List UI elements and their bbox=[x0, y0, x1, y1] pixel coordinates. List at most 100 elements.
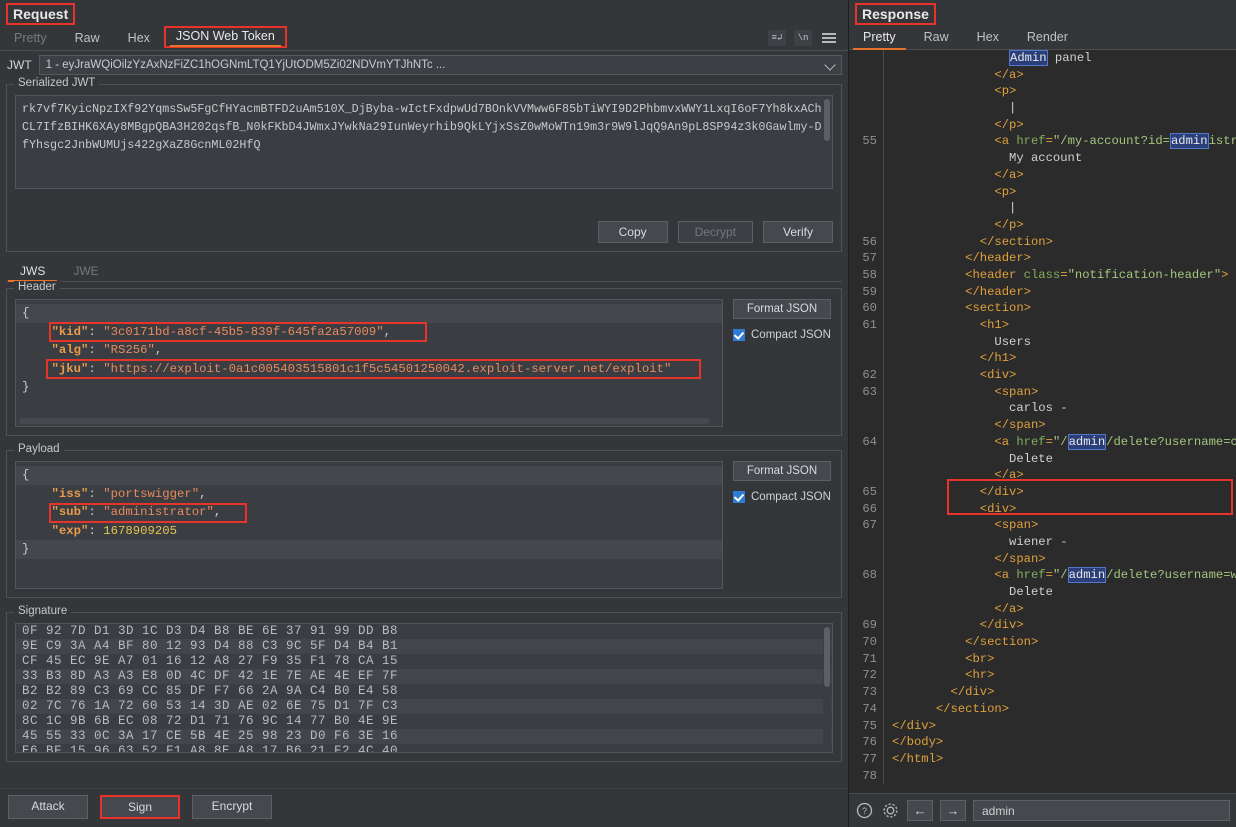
help-icon[interactable]: ? bbox=[855, 801, 874, 820]
code-line: 77 </html> bbox=[849, 750, 1236, 768]
code-line: Admin panel bbox=[849, 50, 1236, 67]
response-panel: Response Pretty Raw Hex Render Admin pan… bbox=[848, 0, 1236, 827]
tab-raw[interactable]: Raw bbox=[61, 28, 114, 50]
signature-hex-box[interactable]: 0F 92 7D D1 3D 1C D3 D4 B8 BE 6E 37 91 9… bbox=[15, 623, 833, 753]
code-line: 74 </section> bbox=[849, 700, 1236, 718]
code-line: </p> bbox=[849, 116, 1236, 134]
request-bottom-buttons: Attack Sign Encrypt bbox=[0, 788, 848, 827]
jwt-select[interactable]: 1 - eyJraWQiOilzYzAxNzFiZC1hOGNmLTQ1YjUt… bbox=[38, 55, 842, 75]
tab-response-hex[interactable]: Hex bbox=[963, 27, 1013, 49]
payload-compact-json-checkbox[interactable] bbox=[733, 491, 745, 503]
code-line: 65 </div> bbox=[849, 483, 1236, 501]
header-compact-json-checkbox[interactable] bbox=[733, 329, 745, 341]
line-number bbox=[849, 601, 883, 618]
line-number: 72 bbox=[862, 668, 877, 683]
tab-response-raw[interactable]: Raw bbox=[910, 27, 963, 49]
line-content: </p> bbox=[994, 117, 1024, 132]
line-content: </a> bbox=[994, 468, 1024, 483]
serialized-scrollbar[interactable] bbox=[823, 97, 831, 187]
response-title-row: Response bbox=[849, 0, 1236, 26]
request-tabs: Pretty Raw Hex JSON Web Token ≡↲ \n bbox=[0, 26, 848, 51]
line-number: 67 bbox=[862, 518, 877, 533]
tab-json-web-token[interactable]: JSON Web Token bbox=[163, 26, 287, 48]
sign-button[interactable]: Sign bbox=[100, 795, 180, 819]
code-line: 56 </section> bbox=[849, 233, 1236, 251]
word-wrap-icon[interactable]: ≡↲ bbox=[768, 30, 786, 46]
code-line: </a> bbox=[849, 467, 1236, 484]
chevron-down-icon bbox=[824, 59, 836, 71]
line-number: 56 bbox=[862, 234, 877, 249]
line-content: <div> bbox=[979, 368, 1017, 383]
json-pair: "sub": "administrator", bbox=[51, 505, 222, 519]
header-json-box[interactable]: { "kid": "3c0171bd-a8cf-45b5-839f-645fa2… bbox=[15, 299, 723, 427]
header-compact-json-row[interactable]: Compact JSON bbox=[733, 329, 833, 341]
response-tabs: Pretty Raw Hex Render bbox=[849, 26, 1236, 50]
line-content: <a href="/admin/delete?username=carlos"> bbox=[994, 433, 1236, 450]
verify-button[interactable]: Verify bbox=[763, 221, 833, 243]
line-number: 78 bbox=[862, 768, 877, 783]
code-line: Users bbox=[849, 333, 1236, 351]
page-title: Request bbox=[6, 3, 76, 25]
line-number bbox=[849, 451, 883, 468]
json-pair: "exp": 1678909205 bbox=[51, 523, 177, 538]
json-pair: "alg": "RS256", bbox=[51, 343, 163, 357]
request-toolbar-icons: ≡↲ \n bbox=[768, 30, 848, 50]
hex-row: E6 BF 15 96 63 52 F1 A8 8E A8 17 B6 21 F… bbox=[22, 744, 399, 753]
line-number bbox=[849, 467, 883, 484]
tab-hex[interactable]: Hex bbox=[114, 28, 164, 50]
line-number bbox=[849, 551, 883, 568]
line-content: </html> bbox=[892, 751, 944, 766]
line-content: carlos - bbox=[1009, 401, 1068, 416]
line-number bbox=[849, 167, 883, 184]
tab-response-pretty[interactable]: Pretty bbox=[849, 27, 910, 50]
hex-row: 45 55 33 0C 3A 17 CE 5B 4E 25 98 23 D0 F… bbox=[16, 729, 832, 744]
forward-button[interactable]: → bbox=[940, 800, 966, 821]
line-content: </body> bbox=[892, 735, 944, 750]
code-line: My account bbox=[849, 150, 1236, 167]
line-content: </a> bbox=[994, 167, 1024, 182]
back-button[interactable]: ← bbox=[907, 800, 933, 821]
code-line: 55 <a href="/my-account?id=administrator… bbox=[849, 133, 1236, 151]
payload-group: Payload { "iss": "portswigger", "sub": "… bbox=[6, 443, 842, 598]
line-content: Admin panel bbox=[1009, 50, 1092, 66]
tab-response-render[interactable]: Render bbox=[1013, 27, 1082, 49]
hex-row: 02 7C 76 1A 72 60 53 14 3D AE 02 6E 75 D… bbox=[16, 699, 832, 714]
header-format-json-button[interactable]: Format JSON bbox=[733, 299, 831, 319]
line-number bbox=[849, 117, 883, 134]
response-title: Response bbox=[855, 3, 936, 25]
json-brace: } bbox=[22, 380, 30, 394]
tab-jws[interactable]: JWS bbox=[6, 262, 59, 282]
line-content: </a> bbox=[994, 67, 1024, 82]
code-line: 63 <span> bbox=[849, 383, 1236, 401]
hex-row: 0F 92 7D D1 3D 1C D3 D4 B8 BE 6E 37 91 9… bbox=[22, 624, 399, 638]
line-number: 66 bbox=[862, 501, 877, 516]
response-body-code[interactable]: Admin panel </a> <p> | </p> 55 <a href="/… bbox=[849, 50, 1236, 793]
gear-icon[interactable] bbox=[881, 801, 900, 820]
copy-button[interactable]: Copy bbox=[597, 221, 668, 243]
payload-json-box[interactable]: { "iss": "portswigger", "sub": "administ… bbox=[15, 461, 723, 589]
header-group: Header { "kid": "3c0171bd-a8cf-45b5-839f… bbox=[6, 281, 842, 436]
line-content: Delete bbox=[1009, 451, 1053, 466]
line-content: <header class="notification-header"> bbox=[965, 267, 1229, 282]
header-hscrollbar[interactable] bbox=[19, 418, 710, 424]
tab-jwe[interactable]: JWE bbox=[59, 262, 112, 281]
menu-icon[interactable] bbox=[820, 30, 838, 46]
tab-pretty[interactable]: Pretty bbox=[0, 28, 61, 50]
line-number bbox=[849, 50, 883, 67]
hex-row: 8C 1C 9B 6B EC 08 72 D1 71 76 9C 14 77 B… bbox=[22, 714, 399, 728]
signature-scrollbar[interactable] bbox=[823, 625, 831, 751]
serialized-jwt-text: rk7vf7KyicNpzIXf92YqmsSw5FgCfHYacmBTFD2u… bbox=[22, 102, 822, 152]
payload-legend: Payload bbox=[14, 443, 64, 455]
payload-compact-json-row[interactable]: Compact JSON bbox=[733, 491, 833, 503]
code-line: </a> bbox=[849, 66, 1236, 84]
line-content: | bbox=[1009, 201, 1017, 216]
payload-format-json-button[interactable]: Format JSON bbox=[733, 461, 831, 481]
line-number bbox=[849, 150, 883, 167]
serialized-jwt-box[interactable]: rk7vf7KyicNpzIXf92YqmsSw5FgCfHYacmBTFD2u… bbox=[15, 95, 833, 189]
encrypt-button[interactable]: Encrypt bbox=[192, 795, 272, 819]
attack-button[interactable]: Attack bbox=[8, 795, 88, 819]
search-input[interactable]: admin bbox=[973, 800, 1230, 821]
show-newlines-icon[interactable]: \n bbox=[794, 30, 812, 46]
line-number: 65 bbox=[862, 484, 877, 499]
signature-hex-rows: 0F 92 7D D1 3D 1C D3 D4 B8 BE 6E 37 91 9… bbox=[16, 624, 832, 753]
